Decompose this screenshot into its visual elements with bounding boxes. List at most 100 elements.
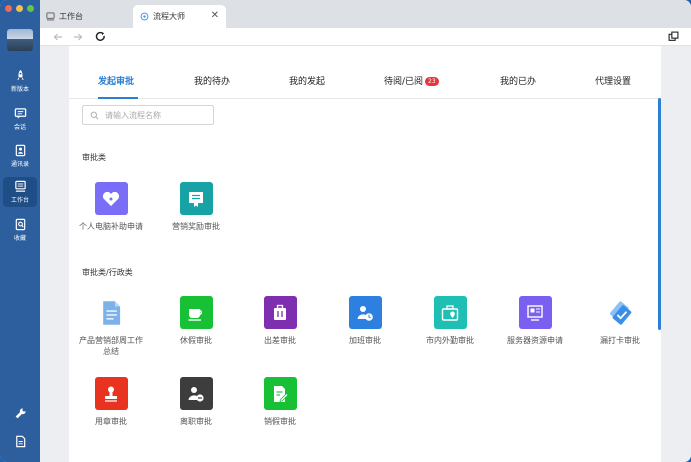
app-icon (604, 296, 637, 329)
leave-cancel-icon (274, 385, 289, 402)
app-seal-usage[interactable]: 用章审批 (75, 377, 147, 427)
app-label: 销假审批 (264, 417, 296, 426)
chat-icon (14, 108, 26, 119)
tab-label: 流程大师 (153, 12, 185, 21)
tab-my-todo[interactable]: 我的待办 (194, 74, 230, 87)
search-box[interactable] (82, 105, 214, 125)
tab-label: 待阅/已阅 (384, 77, 424, 87)
app-label: 离职审批 (180, 417, 212, 426)
approval-nav: 发起审批 我的待办 我的发起 待阅/已阅 23 我的已办 代理设置 (69, 66, 661, 99)
app-label: 加班审批 (349, 336, 381, 345)
app-icon (348, 296, 382, 329)
workbench-icon (14, 180, 26, 192)
search-input[interactable] (105, 110, 205, 120)
app-missed-clockin[interactable]: 漏打卡审批 (584, 296, 656, 346)
app-weekly-summary[interactable]: 产品营销部周工作总结 (75, 296, 147, 357)
sidebar-item-new-version[interactable]: 新版本 (3, 66, 37, 96)
minimize-window-button[interactable] (16, 5, 23, 12)
back-arrow-icon[interactable] (53, 32, 63, 42)
workbench-icon (46, 12, 55, 21)
scrollbar[interactable] (658, 98, 661, 330)
app-icon (518, 296, 552, 329)
app-label: 服务器资源申请 (507, 336, 563, 345)
sidebar-item-label: 收藏 (13, 235, 26, 242)
app-label: 个人电脑补助申请 (79, 222, 143, 231)
app-label: 漏打卡审批 (600, 336, 640, 345)
tab-my-done[interactable]: 我的已办 (500, 74, 536, 87)
content-area: 发起审批 我的待办 我的发起 待阅/已阅23 我的已办 代理设置 审批类 个人电… (40, 46, 691, 462)
app-icon (263, 377, 297, 410)
app-icon (95, 296, 128, 329)
app-icon (179, 182, 213, 215)
sidebar: 新版本 会话 通讯录 工作台 收藏 (0, 0, 40, 462)
tab-workbench[interactable]: 工作台 (46, 5, 132, 28)
award-icon (189, 191, 203, 207)
app-pc-subsidy[interactable]: 个人电脑补助申请 (75, 182, 147, 232)
sidebar-item-chat[interactable]: 会话 (3, 104, 37, 134)
app-marketing-reward[interactable]: 营销奖励审批 (160, 182, 232, 232)
file-icon (15, 435, 25, 448)
app-icon (179, 377, 213, 410)
app-icon (94, 182, 128, 215)
tab-flow-master[interactable]: 流程大师 ✕ (133, 5, 226, 28)
luggage-icon (274, 304, 286, 320)
tab-label: 工作台 (59, 12, 83, 21)
coffee-icon (188, 308, 202, 321)
sidebar-item-label: 新版本 (10, 86, 29, 93)
files-button[interactable] (3, 432, 37, 452)
overtime-icon (357, 305, 373, 321)
sidebar-item-contacts[interactable]: 通讯录 (3, 141, 37, 171)
contacts-icon (15, 144, 25, 157)
refresh-icon[interactable] (95, 31, 106, 42)
section-title: 审批类 (82, 153, 106, 162)
wrench-icon (15, 408, 26, 419)
app-business-trip[interactable]: 出差审批 (244, 296, 316, 346)
zoom-window-button[interactable] (27, 5, 34, 12)
tab-bar: 工作台 流程大师 ✕ (40, 0, 691, 28)
browser-toolbar (40, 28, 691, 46)
flow-icon (140, 12, 149, 21)
app-label: 营销奖励审批 (172, 222, 220, 231)
active-tab-indicator (98, 97, 138, 99)
server-request-icon (527, 304, 543, 321)
tab-to-read[interactable]: 待阅/已阅 23 (384, 74, 439, 87)
tab-my-initiated[interactable]: 我的发起 (289, 74, 325, 87)
app-label: 休假审批 (180, 336, 212, 345)
app-overtime[interactable]: 加班审批 (329, 296, 401, 346)
app-resignation[interactable]: 离职审批 (160, 377, 232, 427)
app-field-work[interactable]: 市内外勤审批 (414, 296, 486, 346)
main-panel: 发起审批 我的待办 我的发起 待阅/已阅23 我的已办 代理设置 审批类 个人电… (69, 46, 661, 462)
sidebar-item-workbench[interactable]: 工作台 (3, 177, 37, 207)
sidebar-item-favorites[interactable]: 收藏 (3, 215, 37, 245)
app-icon (433, 296, 467, 329)
sidebar-item-label: 工作台 (10, 197, 29, 204)
app-icon (94, 377, 128, 410)
resign-icon (188, 386, 204, 402)
app-icon (179, 296, 213, 329)
unread-count-badge: 23 (425, 77, 439, 86)
sidebar-item-label: 会话 (13, 124, 26, 131)
forward-arrow-icon[interactable] (73, 32, 83, 42)
app-icon (263, 296, 297, 329)
app-label: 出差审批 (264, 336, 296, 345)
app-vacation[interactable]: 休假审批 (160, 296, 232, 346)
field-work-icon (441, 304, 459, 321)
document-icon (103, 300, 121, 325)
section-title: 审批类/行政类 (82, 268, 133, 277)
window-controls (5, 5, 34, 12)
app-server-request[interactable]: 服务器资源申请 (499, 296, 571, 346)
sidebar-item-label: 通讯录 (10, 161, 29, 168)
app-label: 产品营销部周工作总结 (79, 336, 143, 356)
seal-icon (105, 386, 117, 402)
app-leave-cancel[interactable]: 销假审批 (244, 377, 316, 427)
avatar[interactable] (7, 29, 33, 51)
tab-proxy-settings[interactable]: 代理设置 (595, 74, 631, 87)
rocket-icon (16, 69, 24, 81)
open-external-icon[interactable] (668, 31, 679, 42)
close-icon[interactable]: ✕ (211, 10, 219, 21)
search-icon (90, 111, 99, 119)
close-window-button[interactable] (5, 5, 12, 12)
heart-tag-icon (102, 191, 120, 206)
settings-tool-button[interactable] (3, 404, 37, 424)
tab-initiate-approval[interactable]: 发起审批 (98, 74, 134, 87)
